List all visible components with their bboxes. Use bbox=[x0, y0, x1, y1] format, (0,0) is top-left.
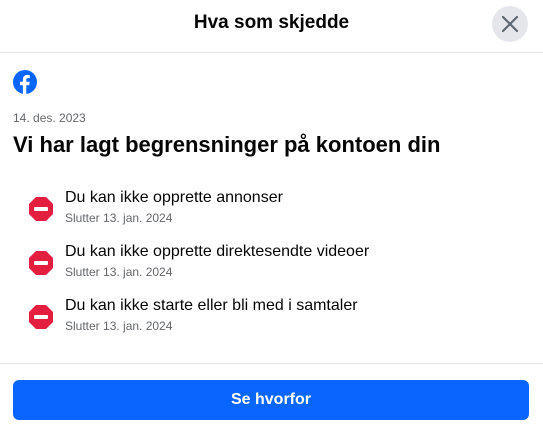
restriction-item: Du kan ikke starte eller bli med i samta… bbox=[0, 295, 543, 343]
see-why-button[interactable]: Se hvorfor bbox=[13, 380, 529, 420]
facebook-logo-icon bbox=[13, 70, 37, 94]
stop-icon bbox=[29, 305, 53, 329]
page-title: Vi har lagt begrensninger på kontoen din bbox=[13, 132, 441, 157]
dialog-title: Hva som skjedde bbox=[193, 12, 350, 33]
restriction-title: Du kan ikke opprette direktesendte video… bbox=[65, 243, 370, 260]
restriction-item: Du kan ikke opprette direktesendte video… bbox=[0, 241, 543, 289]
stop-icon bbox=[29, 197, 53, 221]
restriction-title: Du kan ikke opprette annonser bbox=[65, 189, 283, 206]
close-icon bbox=[501, 15, 519, 33]
restriction-end-date: Slutter 13. jan. 2024 bbox=[65, 319, 173, 333]
stop-icon bbox=[29, 251, 53, 275]
dialog-header: Hva som skjedde bbox=[0, 0, 543, 53]
restriction-item: Du kan ikke opprette annonser Slutter 13… bbox=[0, 187, 543, 235]
footer-divider bbox=[0, 363, 543, 364]
restriction-end-date: Slutter 13. jan. 2024 bbox=[65, 211, 173, 225]
notice-date: 14. des. 2023 bbox=[13, 111, 86, 125]
restriction-title: Du kan ikke starte eller bli med i samta… bbox=[65, 297, 358, 314]
close-button[interactable] bbox=[492, 6, 528, 42]
restriction-end-date: Slutter 13. jan. 2024 bbox=[65, 265, 173, 279]
